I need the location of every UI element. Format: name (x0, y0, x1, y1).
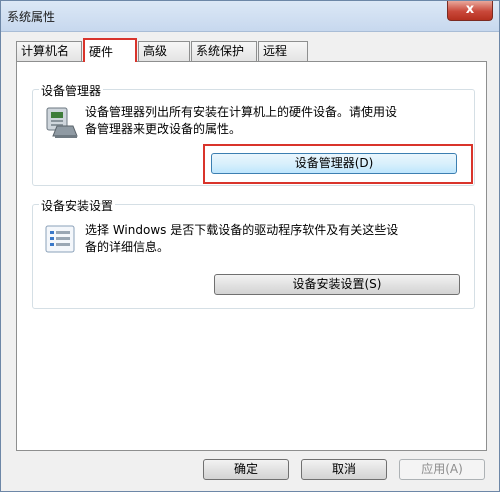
computer-device-icon (46, 107, 78, 138)
tab-hardware[interactable]: 硬件 (83, 38, 137, 62)
checklist-icon (45, 225, 75, 253)
title-bar[interactable]: 系统属性 x (1, 1, 499, 32)
device-manager-description: 设备管理器列出所有安装在计算机上的硬件设备。请使用设 备管理器来更改设备的属性。 (85, 104, 397, 138)
tab-system-protection[interactable]: 系统保护 (191, 41, 257, 61)
device-manager-desc-line1: 设备管理器列出所有安装在计算机上的硬件设备。请使用设 (85, 105, 398, 119)
device-install-desc-line1: 选择 Windows 是否下载设备的驱动程序软件及有关这些设 (85, 223, 399, 237)
window-title: 系统属性 (7, 10, 56, 24)
tab-computer-name[interactable]: 计算机名 (16, 41, 82, 61)
device-install-desc-line2: 备的详细信息。 (85, 240, 170, 254)
tab-advanced[interactable]: 高级 (138, 41, 190, 61)
ok-button[interactable]: 确定 (203, 459, 289, 480)
device-install-description: 选择 Windows 是否下载设备的驱动程序软件及有关这些设 备的详细信息。 (85, 222, 398, 256)
device-manager-group-title: 设备管理器 (39, 82, 104, 99)
tab-remote[interactable]: 远程 (258, 41, 308, 61)
device-manager-desc-line2: 备管理器来更改设备的属性。 (85, 122, 242, 136)
device-manager-highlight (203, 144, 473, 184)
cancel-button[interactable]: 取消 (301, 459, 387, 480)
apply-button[interactable]: 应用(A) (399, 459, 485, 480)
hardware-panel: 设备管理器 设备管理器列出所有安装在计算机上的硬件设备。请使用设 备管理器来更改… (16, 61, 487, 451)
system-properties-window: 系统属性 x 计算机名 硬件 高级 系统保护 远程 设备管理器 设备管理器列出所… (0, 0, 500, 492)
device-install-group-title: 设备安装设置 (39, 197, 116, 214)
close-button[interactable]: x (447, 1, 493, 21)
device-install-settings-button[interactable]: 设备安装设置(S) (214, 274, 460, 295)
